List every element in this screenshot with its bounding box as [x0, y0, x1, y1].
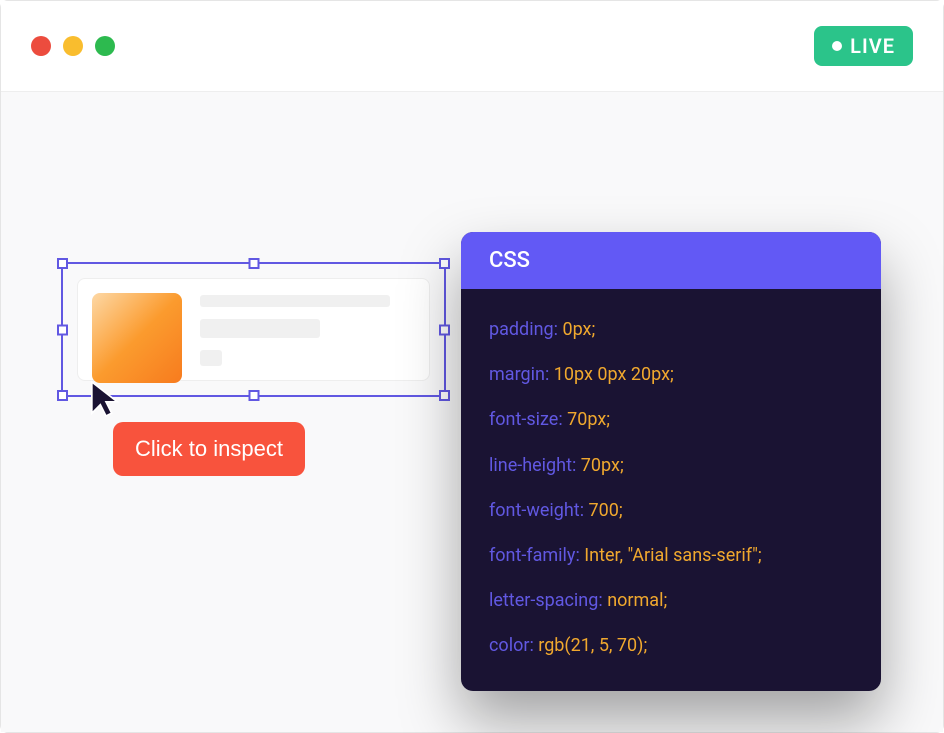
css-property-value: Inter, "Arial sans-serif" [584, 545, 758, 566]
css-property-row: letter-spacing: normal; [489, 588, 853, 613]
css-property-value: 0px [562, 319, 591, 340]
css-property-row: color: rgb(21, 5, 70); [489, 633, 853, 658]
css-property-row: padding: 0px; [489, 317, 853, 342]
css-property-name: color [489, 635, 529, 656]
css-property-value: 700 [589, 500, 619, 521]
resize-handle-middle-left[interactable] [57, 324, 68, 335]
inspect-button[interactable]: Click to inspect [113, 422, 305, 476]
css-panel-body: padding: 0px; margin: 10px 0px 20px; fon… [461, 289, 881, 691]
selected-element-outline[interactable] [61, 262, 446, 397]
resize-handle-top-middle[interactable] [248, 258, 259, 269]
close-window-button[interactable] [31, 36, 51, 56]
live-badge: LIVE [814, 26, 913, 66]
resize-handle-middle-right[interactable] [439, 324, 450, 335]
maximize-window-button[interactable] [95, 36, 115, 56]
css-property-name: letter-spacing [489, 590, 598, 611]
css-property-row: font-weight: 700; [489, 498, 853, 523]
resize-handle-bottom-right[interactable] [439, 390, 450, 401]
resize-handle-bottom-left[interactable] [57, 390, 68, 401]
css-property-value: normal [607, 590, 663, 611]
css-property-name: font-family [489, 545, 575, 566]
css-inspector-panel: CSS padding: 0px; margin: 10px 0px 20px;… [461, 232, 881, 691]
live-dot-icon [832, 41, 842, 51]
css-property-value: 70px [581, 455, 620, 476]
browser-window: LIVE Cl [0, 0, 944, 733]
preview-card[interactable] [77, 278, 430, 381]
cursor-icon [89, 378, 123, 424]
css-panel-header: CSS [461, 232, 881, 289]
placeholder-line [200, 319, 320, 338]
preview-thumbnail [92, 293, 182, 383]
preview-placeholder-lines [200, 293, 415, 366]
minimize-window-button[interactable] [63, 36, 83, 56]
placeholder-line [200, 295, 390, 307]
title-bar: LIVE [1, 1, 943, 92]
live-label: LIVE [850, 34, 895, 58]
css-property-name: line-height [489, 455, 572, 476]
content-area: Click to inspect CSS padding: 0px; margi… [1, 92, 943, 732]
resize-handle-bottom-middle[interactable] [248, 390, 259, 401]
css-property-name: margin [489, 364, 545, 385]
placeholder-line [200, 350, 222, 366]
css-property-name: font-size [489, 409, 558, 430]
css-property-value: rgb(21, 5, 70) [538, 635, 643, 656]
css-property-row: font-family: Inter, "Arial sans-serif"; [489, 543, 853, 568]
resize-handle-top-right[interactable] [439, 258, 450, 269]
css-property-name: font-weight [489, 500, 580, 521]
css-property-row: margin: 10px 0px 20px; [489, 362, 853, 387]
traffic-lights [31, 36, 115, 56]
css-property-row: font-size: 70px; [489, 407, 853, 432]
css-property-value: 10px 0px 20px [554, 364, 670, 385]
css-property-row: line-height: 70px; [489, 453, 853, 478]
resize-handle-top-left[interactable] [57, 258, 68, 269]
css-property-name: padding [489, 319, 554, 340]
css-property-value: 70px [567, 409, 606, 430]
